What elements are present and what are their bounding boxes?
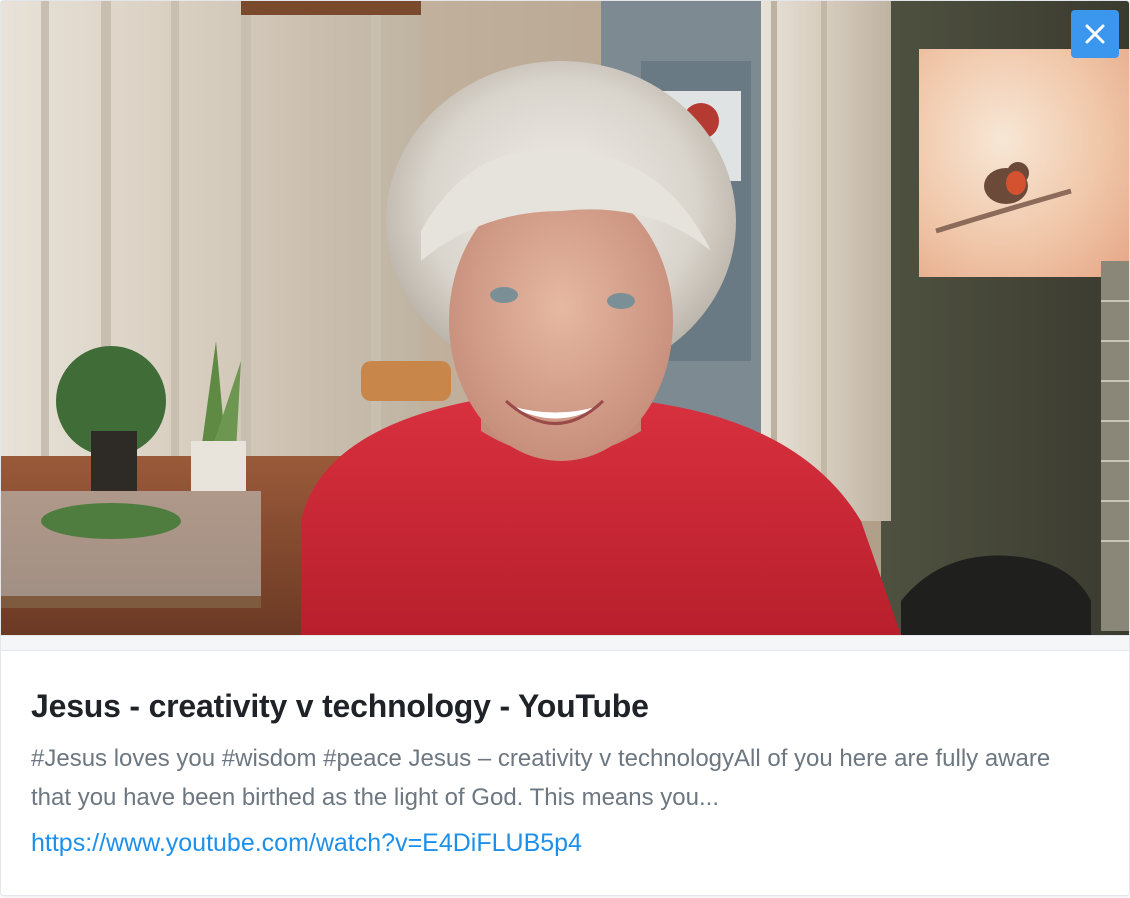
close-button[interactable]: [1071, 10, 1119, 58]
close-icon: [1085, 24, 1105, 44]
card-url-link[interactable]: https://www.youtube.com/watch?v=E4DiFLUB…: [31, 823, 582, 863]
link-preview-card[interactable]: Jesus - creativity v technology - YouTub…: [0, 0, 1130, 896]
card-title[interactable]: Jesus - creativity v technology - YouTub…: [31, 651, 1101, 727]
video-thumbnail[interactable]: [1, 1, 1129, 635]
thumbnail-image: [1, 1, 1129, 635]
card-divider: [1, 635, 1129, 651]
card-content: Jesus - creativity v technology - YouTub…: [31, 651, 1101, 863]
card-description: #Jesus loves you #wisdom #peace Jesus – …: [31, 745, 1051, 811]
